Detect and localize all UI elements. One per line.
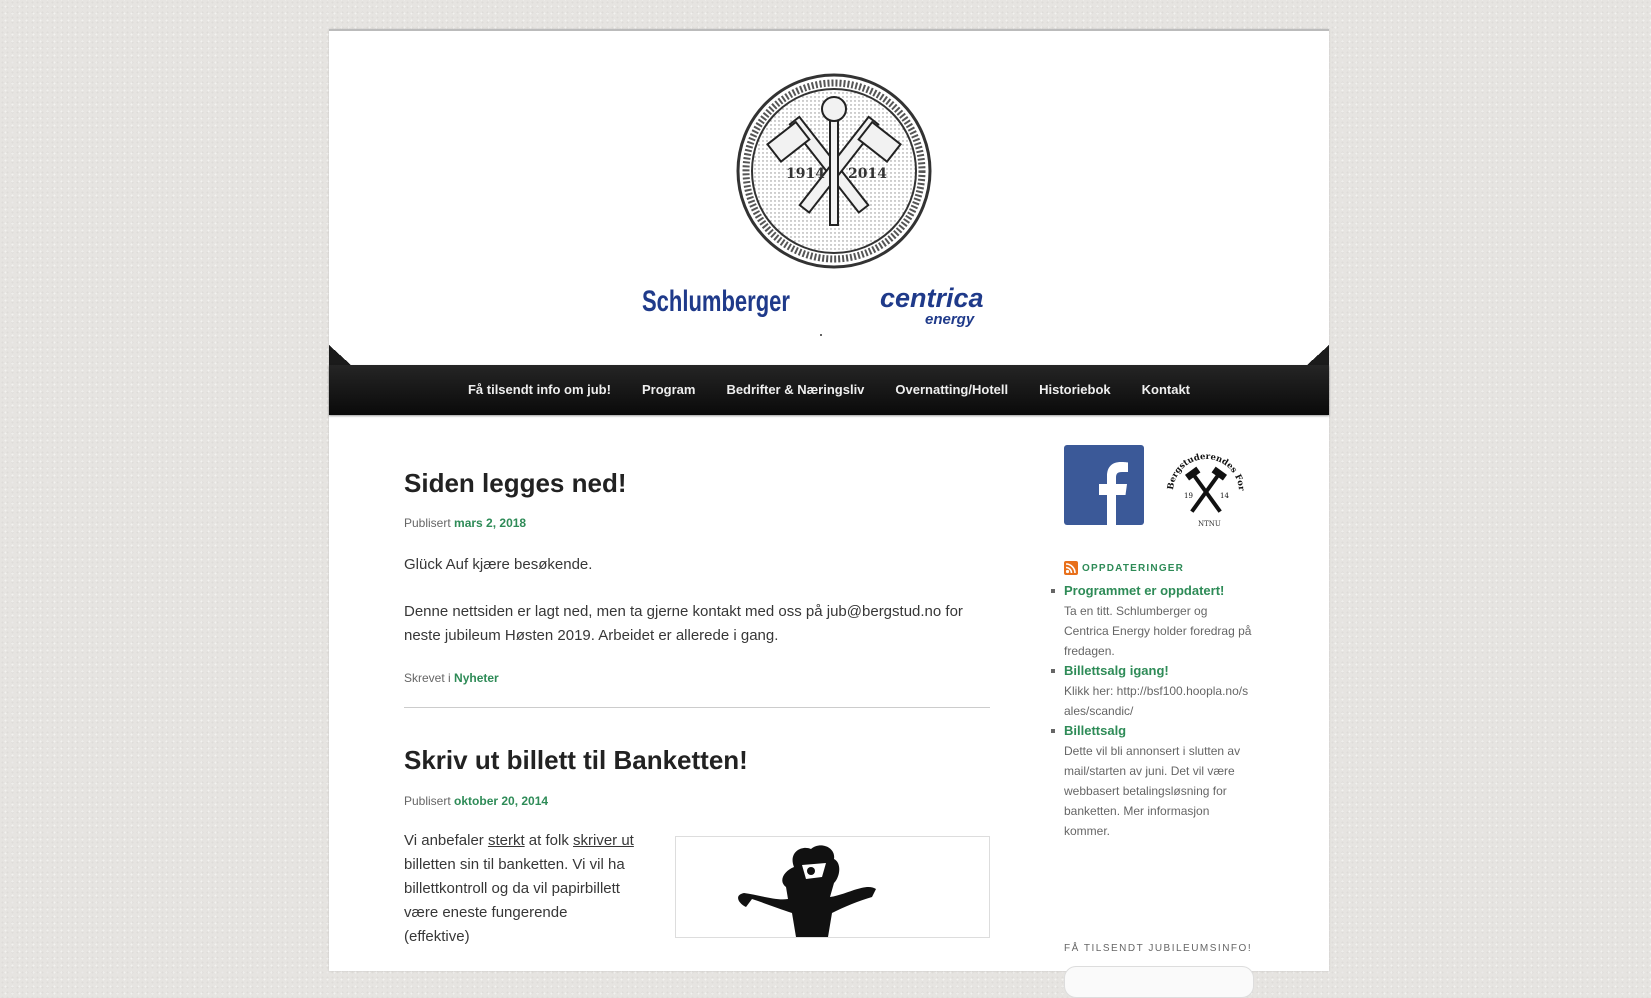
nav-item-historiebok[interactable]: Historiebok	[1024, 365, 1127, 415]
emphasis-link[interactable]: sterkt	[488, 832, 525, 849]
sponsor-schlumberger: Schlumberger	[642, 285, 790, 318]
rss-item: Billettsalg Dette vil bli annonsert i sl…	[1051, 721, 1254, 841]
post-content: Vi anbefaler sterkt at folk skriver ut b…	[404, 829, 634, 972]
sponsor-centrica: centrica	[880, 283, 984, 313]
miner-silhouette-icon	[738, 845, 876, 937]
print-link[interactable]: skriver ut	[573, 832, 634, 849]
rss-item-link[interactable]: Billettsalg	[1064, 721, 1254, 741]
seal-year-left: 1914	[786, 166, 825, 182]
jubilee-seal-logo: 1914 2014	[736, 73, 932, 269]
facebook-icon[interactable]	[1064, 445, 1144, 525]
category-link[interactable]: Nyheter	[454, 671, 499, 685]
site-header: 1914 2014 Schlumberger centrica energy	[329, 31, 1329, 365]
post-meta: Publisert mars 2, 2018	[404, 516, 526, 530]
post-title[interactable]: Skriv ut billett til Banketten!	[404, 745, 748, 776]
page-container: 1914 2014 Schlumberger centrica energy F…	[329, 29, 1329, 998]
post-meta: Publisert oktober 20, 2014	[404, 794, 548, 808]
nav-item-kontakt[interactable]: Kontakt	[1126, 365, 1205, 415]
main-navigation: Få tilsendt info om jub! Program Bedrift…	[329, 365, 1329, 415]
header-image[interactable]: 1914 2014 Schlumberger centrica energy	[329, 31, 1329, 365]
post-title[interactable]: Siden legges ned!	[404, 468, 627, 499]
sponsor-logos: Schlumberger centrica energy	[642, 283, 984, 336]
badge-year-left: 19	[1184, 492, 1193, 500]
published-label: Publisert	[404, 794, 451, 808]
badge-text-bottom: NTNU	[1198, 520, 1221, 528]
signup-widget-title: FÅ TILSENDT JUBILEUMSINFO!	[1064, 943, 1253, 954]
rss-item: Programmet er oppdatert! Ta en titt. Sch…	[1051, 581, 1254, 661]
seal-year-right: 2014	[848, 166, 887, 182]
post-content: Glück Auf kjære besøkende. Denne nettsid…	[404, 553, 990, 671]
sponsor-energy: energy	[925, 311, 975, 328]
rss-item-summary: Ta en titt. Schlumberger og Centrica Ene…	[1064, 604, 1252, 658]
nav-item-bedrifter[interactable]: Bedrifter & Næringsliv	[711, 365, 880, 415]
published-label: Publisert	[404, 516, 451, 530]
rss-item-link[interactable]: Billettsalg igang!	[1064, 661, 1254, 681]
bsf-logo[interactable]: Bergstuderendes Forening 19 14 NTNU	[1158, 437, 1251, 534]
nav-item-info[interactable]: Få tilsendt info om jub!	[452, 365, 626, 415]
nav-item-overnatting[interactable]: Overnatting/Hotell	[880, 365, 1024, 415]
post-separator	[404, 707, 990, 708]
rss-item-link[interactable]: Programmet er oppdatert!	[1064, 581, 1254, 601]
category-label: Skrevet i	[404, 671, 451, 685]
rss-item-summary: Dette vil bli annonsert i slutten av mai…	[1064, 744, 1241, 838]
post-paragraph: Denne nettsiden er lagt ned, men ta gjer…	[404, 603, 963, 644]
badge-year-right: 14	[1220, 492, 1229, 500]
post-image[interactable]	[675, 836, 990, 938]
rss-item: Billettsalg igang! Klikk her: http://bsf…	[1051, 661, 1254, 721]
post-date-link[interactable]: oktober 20, 2014	[454, 794, 548, 808]
post-date-link[interactable]: mars 2, 2018	[454, 516, 526, 530]
rss-widget-title[interactable]: OPPDATERINGER	[1082, 563, 1184, 574]
badge-text-top: Bergstuderendes Forening	[1161, 444, 1246, 492]
rss-icon[interactable]	[1064, 561, 1078, 575]
rss-widget-header: OPPDATERINGER	[1064, 561, 1184, 575]
rss-item-summary: Klikk her: http://bsf100.hoopla.no/sales…	[1064, 684, 1249, 718]
signup-form-box[interactable]	[1064, 966, 1254, 998]
post-footer: Skrevet i Nyheter	[404, 671, 499, 685]
rss-item-list: Programmet er oppdatert! Ta en titt. Sch…	[1051, 581, 1254, 841]
nav-item-program[interactable]: Program	[626, 365, 710, 415]
post-paragraph: Vi anbefaler sterkt at folk skriver ut b…	[404, 832, 634, 945]
post-paragraph: Glück Auf kjære besøkende.	[404, 556, 593, 573]
